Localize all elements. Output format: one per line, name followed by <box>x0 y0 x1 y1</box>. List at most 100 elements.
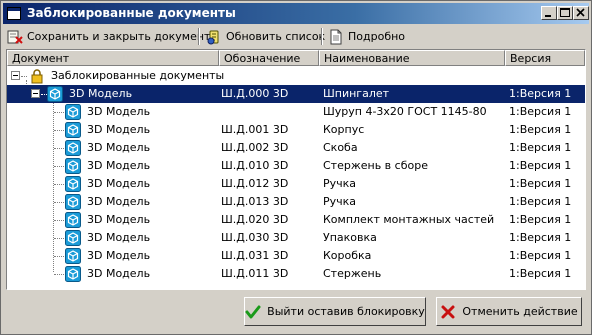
save-close-button[interactable]: Сохранить и закрыть документ <box>7 27 210 46</box>
designation-cell: Ш.Д.031 3D <box>221 249 289 262</box>
table-row[interactable]: 3D Модель Ш.Д.012 3D Ручка 1:Версия 1 <box>7 175 585 193</box>
table-row[interactable]: 3D Модель Ш.Д.030 3D Упаковка 1:Версия 1 <box>7 229 585 247</box>
cancel-x-icon <box>441 305 455 318</box>
tree-connector <box>54 220 64 221</box>
refresh-label: Обновить список <box>226 30 326 43</box>
tree-connector <box>54 274 64 275</box>
table-row[interactable]: 3D Модель Ш.Д.013 3D Ручка 1:Версия 1 <box>7 193 585 211</box>
tree-connector <box>54 148 64 149</box>
3d-model-cube-icon <box>65 158 81 174</box>
version-cell: 1:Версия 1 <box>509 213 572 226</box>
3d-model-cube-icon <box>47 86 63 102</box>
name-cell: Ручка <box>323 195 357 208</box>
designation-cell: Ш.Д.013 3D <box>221 195 289 208</box>
version-cell: 1:Версия 1 <box>509 231 572 244</box>
toolbar-separator <box>198 28 200 45</box>
column-header-document[interactable]: Документ <box>7 50 219 66</box>
exit-keep-lock-label: Выйти оставив блокировку <box>267 305 425 318</box>
3d-model-cube-icon <box>65 266 81 282</box>
3d-model-cube-icon <box>65 194 81 210</box>
3d-model-cube-icon <box>65 212 81 228</box>
table-row[interactable]: 3D Модель Ш.Д.010 3D Стержень в сборе 1:… <box>7 157 585 175</box>
designation-cell: Ш.Д.030 3D <box>221 231 289 244</box>
tree-root-label: Заблокированные документы <box>51 69 225 82</box>
locked-documents-tree[interactable]: Документ Обозначение Наименование Версия… <box>6 49 586 290</box>
table-row[interactable]: 3D Модель Ш.Д.020 3D Комплект монтажных … <box>7 211 585 229</box>
table-row[interactable]: 3D Модель Ш.Д.001 3D Корпус 1:Версия 1 <box>7 121 585 139</box>
locked-documents-window: Заблокированные документы Сохранить и за… <box>0 0 592 335</box>
name-cell: Стержень в сборе <box>323 159 428 172</box>
name-cell: Упаковка <box>323 231 377 244</box>
3d-model-cube-icon <box>65 230 81 246</box>
document-cell: 3D Модель <box>87 195 151 208</box>
version-cell: 1:Версия 1 <box>509 195 572 208</box>
version-cell: 1:Версия 1 <box>509 105 572 118</box>
3d-model-cube-icon <box>65 122 81 138</box>
3d-model-cube-icon <box>65 248 81 264</box>
name-cell: Стержень <box>323 267 382 280</box>
table-row[interactable]: 3D Модель Ш.Д.011 3D Стержень 1:Версия 1 <box>7 265 585 283</box>
save-close-icon <box>7 30 23 44</box>
collapse-toggle[interactable] <box>31 89 40 98</box>
3d-model-cube-icon <box>65 104 81 120</box>
version-cell: 1:Версия 1 <box>509 123 572 136</box>
save-close-label: Сохранить и закрыть документ <box>27 30 211 43</box>
column-header-name[interactable]: Наименование <box>319 50 505 66</box>
name-cell: Ручка <box>323 177 357 190</box>
designation-cell: Ш.Д.000 3D <box>221 87 289 100</box>
table-row-selected[interactable]: 3D Модель Ш.Д.000 3D Шпингалет 1:Версия … <box>7 85 585 103</box>
document-cell: 3D Модель <box>87 159 151 172</box>
document-cell: 3D Модель <box>87 249 151 262</box>
close-button[interactable] <box>573 6 589 20</box>
maximize-button[interactable] <box>557 6 573 20</box>
version-cell: 1:Версия 1 <box>509 249 572 262</box>
version-cell: 1:Версия 1 <box>509 159 572 172</box>
details-icon <box>330 29 342 44</box>
refresh-icon <box>207 30 219 44</box>
version-cell: 1:Версия 1 <box>509 267 572 280</box>
refresh-button[interactable]: Обновить список <box>206 27 325 46</box>
document-cell: 3D Модель <box>87 231 151 244</box>
cancel-action-button[interactable]: Отменить действие <box>436 297 582 326</box>
column-header-designation[interactable]: Обозначение <box>219 50 319 66</box>
details-button[interactable]: Подробно <box>328 27 405 46</box>
designation-cell: Ш.Д.020 3D <box>221 213 289 226</box>
collapse-toggle[interactable] <box>11 71 20 80</box>
title-bar[interactable]: Заблокированные документы <box>3 3 589 24</box>
name-cell: Коробка <box>323 249 372 262</box>
lock-icon <box>31 69 43 84</box>
designation-cell: Ш.Д.001 3D <box>221 123 289 136</box>
tree-connector <box>21 76 27 77</box>
window-app-icon <box>7 7 21 20</box>
tree-root-row[interactable]: Заблокированные документы <box>7 67 585 85</box>
designation-cell: Ш.Д.010 3D <box>221 159 289 172</box>
document-cell: 3D Модель <box>87 213 151 226</box>
table-row[interactable]: 3D Модель Ш.Д.031 3D Коробка 1:Версия 1 <box>7 247 585 265</box>
column-header-version[interactable]: Версия <box>505 50 585 66</box>
tree-connector <box>54 256 64 257</box>
version-cell: 1:Версия 1 <box>509 177 572 190</box>
document-cell: 3D Модель <box>87 177 151 190</box>
toolbar-separator <box>321 28 323 45</box>
table-row[interactable]: 3D Модель Шуруп 4-3х20 ГОСТ 1145-80 1:Ве… <box>7 103 585 121</box>
name-cell: Скоба <box>323 141 358 154</box>
maximize-icon <box>560 8 570 17</box>
version-cell: 1:Версия 1 <box>509 141 572 154</box>
document-cell: 3D Модель <box>87 267 151 280</box>
table-row[interactable]: 3D Модель Ш.Д.002 3D Скоба 1:Версия 1 <box>7 139 585 157</box>
close-icon <box>576 8 585 17</box>
minimize-button[interactable] <box>541 6 557 20</box>
designation-cell: Ш.Д.012 3D <box>221 177 289 190</box>
name-cell: Шпингалет <box>323 87 390 100</box>
tree-connector <box>54 184 64 185</box>
3d-model-cube-icon <box>65 176 81 192</box>
designation-cell: Ш.Д.011 3D <box>221 267 289 280</box>
tree-connector <box>54 112 64 113</box>
exit-keep-lock-button[interactable]: Выйти оставив блокировку <box>244 297 426 326</box>
document-cell: 3D Модель <box>87 141 151 154</box>
toolbar: Сохранить и закрыть документ Обновить сп… <box>3 25 589 47</box>
column-header-row: Документ Обозначение Наименование Версия <box>7 50 585 66</box>
tree-connector <box>54 238 64 239</box>
version-cell: 1:Версия 1 <box>509 87 572 100</box>
designation-cell: Ш.Д.002 3D <box>221 141 289 154</box>
